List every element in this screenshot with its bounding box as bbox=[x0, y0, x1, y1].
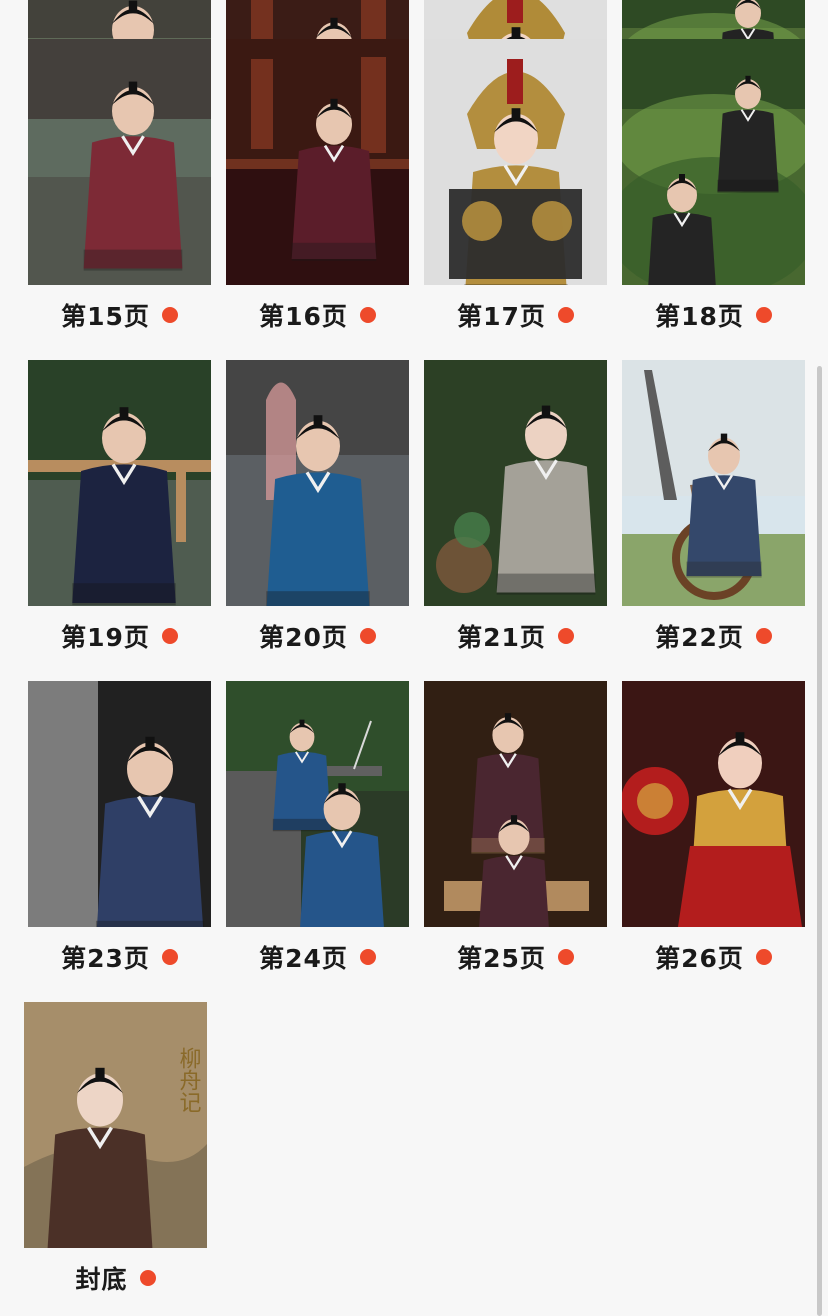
page-thumbnail-image[interactable] bbox=[424, 681, 607, 927]
page-label-row[interactable]: 第22页 bbox=[622, 618, 805, 654]
page-thumbnail-image[interactable] bbox=[28, 360, 211, 606]
status-dot-icon bbox=[161, 949, 178, 965]
page-label-row[interactable]: 第16页 bbox=[226, 297, 409, 333]
status-dot-icon bbox=[755, 949, 772, 965]
page-label: 第22页 bbox=[655, 623, 744, 652]
page-label: 第18页 bbox=[655, 302, 744, 331]
vertical-scrollbar[interactable] bbox=[817, 366, 822, 1316]
page-label-row[interactable]: 第15页 bbox=[28, 297, 211, 333]
page-thumbnail-image[interactable] bbox=[622, 681, 805, 927]
status-dot-icon bbox=[557, 949, 574, 965]
page-label-row[interactable]: 第19页 bbox=[28, 618, 211, 654]
status-dot-icon bbox=[359, 307, 376, 323]
svg-text:柳舟记: 柳舟记 bbox=[176, 1047, 202, 1113]
page-thumbnail-image[interactable] bbox=[28, 681, 211, 927]
page-label-row[interactable]: 第18页 bbox=[622, 297, 805, 333]
status-dot-icon bbox=[359, 949, 376, 965]
status-dot-icon bbox=[755, 628, 772, 644]
page-thumbnail-image[interactable] bbox=[226, 681, 409, 927]
page-label: 第19页 bbox=[61, 623, 150, 652]
page-label: 第21页 bbox=[457, 623, 546, 652]
page-label: 封底 bbox=[75, 1265, 128, 1294]
page-label: 第23页 bbox=[61, 944, 150, 973]
page-label-row[interactable]: 封底 bbox=[24, 1260, 207, 1296]
status-dot-icon bbox=[139, 1270, 156, 1286]
page-label-row[interactable]: 第24页 bbox=[226, 939, 409, 975]
status-dot-icon bbox=[161, 307, 178, 323]
page-label-row[interactable]: 第26页 bbox=[622, 939, 805, 975]
page-label: 第24页 bbox=[259, 944, 348, 973]
page-thumbnail-image[interactable] bbox=[28, 39, 211, 285]
page-thumbnail-image[interactable] bbox=[622, 360, 805, 606]
page-thumbnail-image[interactable] bbox=[226, 39, 409, 285]
status-dot-icon bbox=[359, 628, 376, 644]
page-label: 第25页 bbox=[457, 944, 546, 973]
status-dot-icon bbox=[557, 628, 574, 644]
status-dot-icon bbox=[161, 628, 178, 644]
page-label-row[interactable]: 第20页 bbox=[226, 618, 409, 654]
page-thumbnail-image[interactable] bbox=[622, 39, 805, 285]
page-thumbnail-image[interactable] bbox=[424, 39, 607, 285]
page-label: 第17页 bbox=[457, 302, 546, 331]
page-label-row[interactable]: 第17页 bbox=[424, 297, 607, 333]
page-label: 第20页 bbox=[259, 623, 348, 652]
page-viewport: 第11页 第12页 bbox=[0, 0, 828, 1316]
page-thumbnail-image[interactable]: 柳舟记 bbox=[24, 1002, 207, 1248]
page-thumbnail-image[interactable] bbox=[226, 360, 409, 606]
page-label-row[interactable]: 第23页 bbox=[28, 939, 211, 975]
page-thumbnail-image[interactable] bbox=[424, 360, 607, 606]
page-label: 第26页 bbox=[655, 944, 744, 973]
page-label: 第16页 bbox=[259, 302, 348, 331]
page-label-row[interactable]: 第21页 bbox=[424, 618, 607, 654]
status-dot-icon bbox=[557, 307, 574, 323]
page-label-row[interactable]: 第25页 bbox=[424, 939, 607, 975]
page-label: 第15页 bbox=[61, 302, 150, 331]
status-dot-icon bbox=[755, 307, 772, 323]
